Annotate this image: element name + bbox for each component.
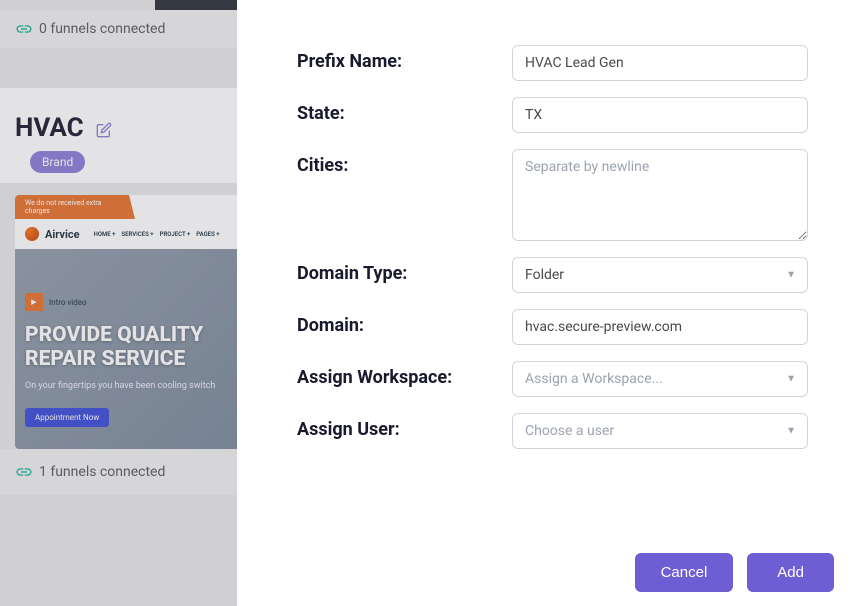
cancel-button[interactable]: Cancel [635,553,734,592]
chevron-down-icon: ▼ [786,426,796,437]
funnel-status-text: 1 funnels connected [39,464,165,480]
page-title: HVAC [15,113,84,143]
domain-input[interactable] [512,309,808,345]
chevron-down-icon: ▼ [786,270,796,281]
cities-textarea[interactable] [512,149,808,241]
state-label: State: [297,97,512,124]
add-button[interactable]: Add [747,553,834,592]
template-preview[interactable]: We do not received extra charges Airvice… [15,195,240,449]
template-nav: HOME + SERVICES + PROJECT + PAGES + [94,231,220,238]
cities-label: Cities: [297,149,512,176]
prefix-name-input[interactable] [512,45,808,81]
template-brand-name: Airvice [45,228,80,241]
intro-video-label: Intro video [49,298,87,307]
domain-type-select[interactable]: Folder [512,257,808,293]
state-input[interactable] [512,97,808,133]
chevron-down-icon: ▼ [786,374,796,385]
top-bar [155,0,237,10]
brand-badge: Brand [30,151,85,173]
logo-icon [25,227,39,241]
funnel-status-text: 0 funnels connected [39,21,165,37]
hero-title-line2: REPAIR SERVICE [25,347,230,371]
nav-item: PAGES + [196,231,219,238]
create-funnel-modal: Prefix Name: State: Cities: Domain Type:… [237,0,858,606]
link-icon [15,20,33,38]
domain-type-label: Domain Type: [297,257,512,284]
appointment-button: Appointment Now [25,408,109,427]
assign-user-select[interactable]: Choose a user [512,413,808,449]
play-icon: ▶ [25,293,43,311]
assign-workspace-select[interactable]: Assign a Workspace... [512,361,808,397]
intro-video: ▶ Intro video [25,293,87,311]
edit-icon[interactable] [96,122,112,142]
assign-workspace-label: Assign Workspace: [297,361,512,388]
promo-banner: We do not received extra charges [15,195,135,219]
link-icon [15,463,33,481]
hero-subtitle: On your fingertips you have been cooling… [25,381,230,391]
nav-item: SERVICES + [121,231,153,238]
assign-user-label: Assign User: [297,413,512,440]
hero-title-line1: PROVIDE QUALITY [25,323,230,347]
nav-item: PROJECT + [160,231,191,238]
nav-item: HOME + [94,231,116,238]
domain-label: Domain: [297,309,512,336]
prefix-name-label: Prefix Name: [297,45,512,72]
